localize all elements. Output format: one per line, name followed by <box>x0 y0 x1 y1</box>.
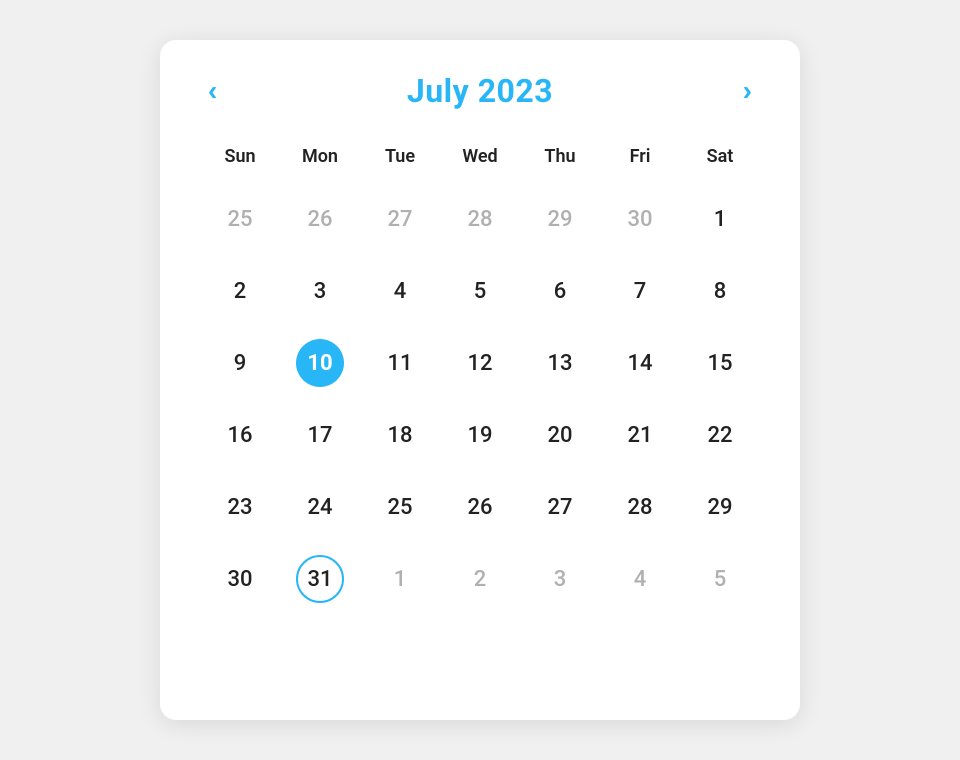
day-number: 4 <box>616 555 664 603</box>
day-cell[interactable]: 13 <box>520 327 600 399</box>
day-number: 12 <box>456 339 504 387</box>
day-number: 2 <box>216 267 264 315</box>
day-cell: 26 <box>280 183 360 255</box>
weekday-header-wed: Wed <box>440 142 520 183</box>
day-cell[interactable]: 16 <box>200 399 280 471</box>
day-cell[interactable]: 7 <box>600 255 680 327</box>
day-number: 22 <box>696 411 744 459</box>
day-number: 28 <box>616 483 664 531</box>
day-number: 13 <box>536 339 584 387</box>
day-cell[interactable]: 1 <box>680 183 760 255</box>
day-number: 27 <box>536 483 584 531</box>
day-cell[interactable]: 4 <box>360 255 440 327</box>
day-cell: 1 <box>360 543 440 615</box>
day-cell: 29 <box>520 183 600 255</box>
weekday-header-tue: Tue <box>360 142 440 183</box>
day-cell[interactable]: 25 <box>360 471 440 543</box>
calendar-grid: SunMonTueWedThuFriSat2526272829301234567… <box>200 142 760 615</box>
day-cell[interactable]: 9 <box>200 327 280 399</box>
day-number: 2 <box>456 555 504 603</box>
day-number: 30 <box>616 195 664 243</box>
day-number: 26 <box>296 195 344 243</box>
day-number: 25 <box>216 195 264 243</box>
day-number: 15 <box>696 339 744 387</box>
day-cell[interactable]: 24 <box>280 471 360 543</box>
day-cell[interactable]: 17 <box>280 399 360 471</box>
weekday-header-sat: Sat <box>680 142 760 183</box>
day-cell[interactable]: 15 <box>680 327 760 399</box>
day-number: 1 <box>696 195 744 243</box>
day-number: 19 <box>456 411 504 459</box>
day-cell[interactable]: 21 <box>600 399 680 471</box>
month-title: July 2023 <box>407 72 553 110</box>
day-cell[interactable]: 11 <box>360 327 440 399</box>
day-cell[interactable]: 14 <box>600 327 680 399</box>
weekday-header-mon: Mon <box>280 142 360 183</box>
day-number: 29 <box>696 483 744 531</box>
day-number: 3 <box>536 555 584 603</box>
day-cell[interactable]: 8 <box>680 255 760 327</box>
next-month-button[interactable]: › <box>735 73 760 109</box>
day-cell[interactable]: 23 <box>200 471 280 543</box>
day-cell[interactable]: 6 <box>520 255 600 327</box>
day-number: 25 <box>376 483 424 531</box>
day-cell[interactable]: 19 <box>440 399 520 471</box>
day-number: 8 <box>696 267 744 315</box>
day-number: 28 <box>456 195 504 243</box>
day-cell: 28 <box>440 183 520 255</box>
day-number: 29 <box>536 195 584 243</box>
day-cell[interactable]: 22 <box>680 399 760 471</box>
day-cell: 3 <box>520 543 600 615</box>
day-cell[interactable]: 30 <box>200 543 280 615</box>
day-number: 14 <box>616 339 664 387</box>
day-number: 27 <box>376 195 424 243</box>
day-cell[interactable]: 10 <box>280 327 360 399</box>
weekday-header-fri: Fri <box>600 142 680 183</box>
day-number: 24 <box>296 483 344 531</box>
day-number: 6 <box>536 267 584 315</box>
day-number: 30 <box>216 555 264 603</box>
day-number: 5 <box>696 555 744 603</box>
weekday-header-sun: Sun <box>200 142 280 183</box>
day-cell[interactable]: 28 <box>600 471 680 543</box>
day-cell[interactable]: 2 <box>200 255 280 327</box>
day-number: 5 <box>456 267 504 315</box>
day-cell[interactable]: 3 <box>280 255 360 327</box>
day-cell: 27 <box>360 183 440 255</box>
day-cell: 5 <box>680 543 760 615</box>
day-cell[interactable]: 27 <box>520 471 600 543</box>
prev-month-button[interactable]: ‹ <box>200 73 225 109</box>
day-number: 20 <box>536 411 584 459</box>
day-number: 23 <box>216 483 264 531</box>
day-number: 10 <box>296 339 344 387</box>
day-number: 21 <box>616 411 664 459</box>
day-cell: 2 <box>440 543 520 615</box>
calendar-header: ‹ July 2023 › <box>200 72 760 110</box>
day-cell[interactable]: 18 <box>360 399 440 471</box>
day-cell: 30 <box>600 183 680 255</box>
day-cell: 4 <box>600 543 680 615</box>
day-number: 17 <box>296 411 344 459</box>
day-cell[interactable]: 5 <box>440 255 520 327</box>
day-cell: 25 <box>200 183 280 255</box>
day-cell[interactable]: 12 <box>440 327 520 399</box>
day-number: 31 <box>296 555 344 603</box>
day-number: 16 <box>216 411 264 459</box>
day-cell[interactable]: 29 <box>680 471 760 543</box>
weekday-header-thu: Thu <box>520 142 600 183</box>
day-cell[interactable]: 20 <box>520 399 600 471</box>
day-cell[interactable]: 26 <box>440 471 520 543</box>
day-cell[interactable]: 31 <box>280 543 360 615</box>
day-number: 9 <box>216 339 264 387</box>
day-number: 18 <box>376 411 424 459</box>
day-number: 3 <box>296 267 344 315</box>
day-number: 11 <box>376 339 424 387</box>
day-number: 26 <box>456 483 504 531</box>
day-number: 1 <box>376 555 424 603</box>
day-number: 4 <box>376 267 424 315</box>
day-number: 7 <box>616 267 664 315</box>
calendar-widget: ‹ July 2023 › SunMonTueWedThuFriSat25262… <box>160 40 800 720</box>
